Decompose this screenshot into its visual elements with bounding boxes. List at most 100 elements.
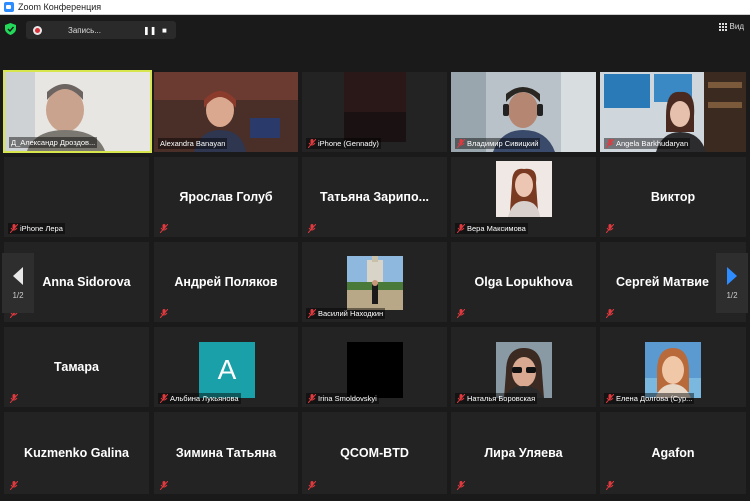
participant-name: Angela Barkhudaryan — [616, 139, 689, 148]
meeting-topbar: Запись... ❚❚ ■ Вид — [0, 15, 750, 43]
participant-name: Вера Максимова — [467, 224, 526, 233]
previous-page-button[interactable]: 1/2 — [2, 253, 34, 313]
participant-video — [645, 342, 701, 398]
participant-display-name: Ярослав Голуб — [179, 190, 273, 204]
participant-label: Вера Максимова — [455, 223, 528, 234]
participant-label: Наталья Боровская — [455, 393, 538, 404]
participant-tile[interactable]: Андрей Поляков — [154, 242, 298, 322]
participant-tile[interactable]: A Альбина Лукьянова — [154, 327, 298, 407]
muted-mic-icon — [606, 139, 614, 148]
view-label: Вид — [729, 22, 744, 31]
window-titlebar: Zoom Конференция — [0, 0, 750, 15]
participant-tile[interactable]: Владимир Сивицкий — [451, 72, 596, 152]
chevron-right-icon — [727, 266, 737, 285]
gallery-view: Д_Александр Дроздов... Alexandra Banayan… — [0, 68, 750, 501]
muted-mic-icon — [10, 224, 18, 233]
participant-display-name: Зимина Татьяна — [175, 446, 277, 460]
muted-mic-icon — [308, 224, 316, 233]
participant-label: iPhone (Gennady) — [306, 138, 381, 149]
participant-name: Альбина Лукьянова — [170, 394, 239, 403]
muted-mic-icon — [160, 309, 168, 318]
participant-tile[interactable]: Kuzmenko Galina — [4, 412, 149, 494]
participant-tile[interactable]: Лира Уляева — [451, 412, 596, 494]
participant-display-name: Agafon — [651, 446, 695, 460]
muted-mic-icon — [457, 309, 465, 318]
participant-display-name: Olga Lopukhova — [474, 275, 573, 289]
chevron-left-icon — [13, 266, 23, 285]
muted-mic-icon — [606, 309, 614, 318]
muted-mic-icon — [457, 394, 465, 403]
record-icon — [33, 25, 42, 35]
participant-tile[interactable]: iPhone Лера — [4, 157, 149, 237]
participant-label: Д_Александр Дроздов... — [9, 137, 98, 148]
participant-tile[interactable]: Olga Lopukhova — [451, 242, 596, 322]
participant-name: Наталья Боровская — [467, 394, 536, 403]
muted-mic-icon — [308, 481, 316, 490]
participant-label: Alexandra Banayan — [158, 138, 228, 149]
muted-mic-icon — [160, 224, 168, 233]
participant-tile[interactable]: Д_Александр Дроздов... — [3, 70, 152, 153]
participant-tile[interactable]: Елена Долгова (Сур... — [600, 327, 746, 407]
participant-tile[interactable]: Наталья Боровская — [451, 327, 596, 407]
zoom-app-icon — [4, 2, 14, 12]
participant-label: Владимир Сивицкий — [455, 138, 541, 149]
participant-tile[interactable]: Irina Smoldovskyi — [302, 327, 447, 407]
participant-name: Василий Находкин — [318, 309, 384, 318]
window-title: Zoom Конференция — [18, 2, 102, 12]
muted-mic-icon — [160, 394, 168, 403]
participant-display-name: QCOM-BTD — [340, 446, 409, 460]
recording-indicator: Запись... ❚❚ ■ — [26, 21, 176, 39]
muted-mic-icon — [606, 481, 614, 490]
participant-display-name: Андрей Поляков — [174, 275, 278, 289]
stop-recording-button[interactable]: ■ — [162, 26, 167, 35]
grid-view-icon — [718, 22, 727, 31]
participant-video — [496, 342, 552, 398]
participant-label: iPhone Лера — [8, 223, 65, 234]
muted-mic-icon — [457, 224, 465, 233]
participant-name: Alexandra Banayan — [160, 139, 226, 148]
recording-label: Запись... — [68, 25, 101, 35]
participant-tile[interactable]: Alexandra Banayan — [154, 72, 298, 152]
participant-name: iPhone (Gennady) — [318, 139, 379, 148]
participant-name: iPhone Лера — [20, 224, 63, 233]
view-button[interactable]: Вид — [718, 22, 744, 31]
participant-tile[interactable]: Angela Barkhudaryan — [600, 72, 746, 152]
participant-display-name: Виктор — [650, 190, 696, 204]
participant-video — [347, 256, 403, 310]
participant-display-name: Лира Уляева — [484, 446, 563, 460]
participant-video — [347, 342, 403, 398]
participant-tile[interactable]: Тамара — [4, 327, 149, 407]
participant-tile[interactable]: Agafon — [600, 412, 746, 494]
page-indicator: 1/2 — [726, 290, 738, 300]
muted-mic-icon — [606, 394, 614, 403]
participant-label: Альбина Лукьянова — [158, 393, 241, 404]
participant-tile[interactable]: Ярослав Голуб — [154, 157, 298, 237]
muted-mic-icon — [308, 309, 316, 318]
participant-tile[interactable]: Василий Находкин — [302, 242, 447, 322]
muted-mic-icon — [308, 394, 316, 403]
participant-tile[interactable]: Татьяна Зарипо... — [302, 157, 447, 237]
muted-mic-icon — [457, 139, 465, 148]
participant-name: Владимир Сивицкий — [467, 139, 539, 148]
participant-tile[interactable]: Виктор — [600, 157, 746, 237]
participant-tile[interactable]: QCOM-BTD — [302, 412, 447, 494]
muted-mic-icon — [10, 394, 18, 403]
participant-name: Д_Александр Дроздов... — [11, 138, 96, 147]
security-shield-icon[interactable] — [5, 23, 16, 35]
participant-display-name: Тамара — [54, 360, 99, 374]
muted-mic-icon — [160, 481, 168, 490]
participant-tile[interactable]: Зимина Татьяна — [154, 412, 298, 494]
participant-display-name: Татьяна Зарипо... — [319, 190, 430, 204]
pause-recording-button[interactable]: ❚❚ — [143, 26, 156, 35]
participant-label: Василий Находкин — [306, 308, 386, 319]
muted-mic-icon — [10, 481, 18, 490]
participant-tile[interactable]: iPhone (Gennady) — [302, 72, 447, 152]
participant-tile[interactable]: Вера Максимова — [451, 157, 596, 237]
participant-label: Елена Долгова (Сур... — [604, 393, 695, 404]
next-page-button[interactable]: 1/2 — [716, 253, 748, 313]
muted-mic-icon — [457, 481, 465, 490]
participant-label: Angela Barkhudaryan — [604, 138, 691, 149]
avatar: A — [199, 342, 255, 398]
page-indicator: 1/2 — [12, 290, 24, 300]
muted-mic-icon — [308, 139, 316, 148]
